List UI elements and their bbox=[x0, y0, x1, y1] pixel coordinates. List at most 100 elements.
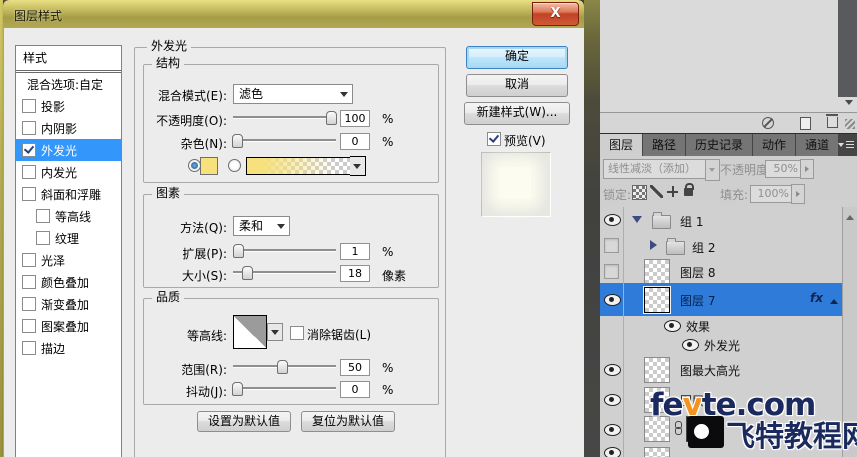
tab-channels[interactable]: 通道 bbox=[796, 134, 838, 157]
set-default-button[interactable]: 设置为默认值 bbox=[197, 411, 291, 432]
layer-thumbnail[interactable] bbox=[644, 357, 670, 383]
visibility-eye-icon[interactable] bbox=[604, 394, 621, 406]
lock-position-icon[interactable] bbox=[666, 185, 679, 198]
noise-slider[interactable] bbox=[233, 133, 336, 146]
visibility-well[interactable] bbox=[604, 238, 619, 253]
collapse-effects-icon[interactable] bbox=[830, 295, 838, 304]
sidebar-item-color-overlay[interactable]: 颜色叠加 bbox=[16, 271, 121, 293]
layers-scrollbar[interactable] bbox=[842, 207, 857, 457]
visibility-eye-icon[interactable] bbox=[604, 364, 621, 376]
mask-link-icon[interactable] bbox=[674, 421, 682, 435]
slider-thumb[interactable] bbox=[232, 134, 243, 148]
clear-style-icon[interactable] bbox=[762, 117, 774, 129]
visibility-eye-icon[interactable] bbox=[604, 294, 621, 306]
visibility-eye-icon[interactable] bbox=[682, 339, 699, 351]
technique-select[interactable]: 柔和 bbox=[233, 216, 290, 236]
chevron-down-icon[interactable] bbox=[705, 159, 720, 181]
gradient-picker-arrow[interactable] bbox=[350, 156, 366, 176]
delete-icon[interactable] bbox=[827, 117, 838, 128]
jitter-input[interactable] bbox=[340, 381, 370, 398]
blend-mode-select[interactable]: 滤色 bbox=[233, 84, 353, 104]
layer-row-group-2[interactable]: 组 2 bbox=[600, 233, 843, 260]
layer-row-effects[interactable]: 效果 bbox=[600, 316, 843, 336]
reset-default-button[interactable]: 复位为默认值 bbox=[301, 411, 395, 432]
ok-button[interactable]: 确定 bbox=[466, 46, 568, 69]
layer-row-with-mask[interactable] bbox=[600, 414, 843, 445]
jitter-slider[interactable] bbox=[233, 381, 336, 394]
checkbox[interactable] bbox=[36, 231, 50, 245]
checkbox[interactable] bbox=[36, 209, 50, 223]
new-style-button[interactable]: 新建样式(W)... bbox=[464, 102, 570, 125]
lock-all-icon[interactable] bbox=[684, 188, 693, 196]
layer-thumbnail[interactable] bbox=[644, 416, 670, 442]
glow-color-swatch[interactable] bbox=[200, 157, 218, 175]
cancel-button[interactable]: 取消 bbox=[466, 74, 568, 97]
visibility-eye-icon[interactable] bbox=[604, 424, 621, 436]
checkbox-checked[interactable] bbox=[22, 143, 36, 157]
checkbox[interactable] bbox=[22, 319, 36, 333]
visibility-eye-icon[interactable] bbox=[664, 320, 681, 332]
layer-thumbnail[interactable] bbox=[644, 259, 670, 285]
opacity-input[interactable] bbox=[340, 110, 370, 127]
size-input[interactable] bbox=[340, 265, 370, 282]
styles-list-header[interactable]: 样式 bbox=[16, 46, 121, 73]
noise-input[interactable] bbox=[340, 133, 370, 150]
visibility-well[interactable] bbox=[604, 264, 619, 279]
fx-badge[interactable]: fx bbox=[810, 291, 823, 305]
gradient-radio[interactable] bbox=[228, 159, 241, 172]
layer-thumbnail[interactable] bbox=[644, 287, 670, 313]
checkbox[interactable] bbox=[22, 341, 36, 355]
sidebar-item-contour[interactable]: 等高线 bbox=[16, 205, 121, 227]
visibility-eye-icon[interactable] bbox=[604, 214, 621, 226]
slider-thumb[interactable] bbox=[242, 266, 253, 280]
spread-input[interactable] bbox=[340, 243, 370, 260]
checkbox[interactable] bbox=[22, 253, 36, 267]
layer-mask-thumbnail[interactable] bbox=[686, 416, 712, 442]
tab-actions[interactable]: 动作 bbox=[753, 134, 795, 157]
sidebar-item-blending-options[interactable]: 混合选项:自定 bbox=[16, 73, 121, 95]
sidebar-item-texture[interactable]: 纹理 bbox=[16, 227, 121, 249]
glow-gradient-bar[interactable] bbox=[246, 157, 351, 175]
sidebar-item-outer-glow[interactable]: 外发光 bbox=[16, 139, 121, 161]
sidebar-item-inner-glow[interactable]: 内发光 bbox=[16, 161, 121, 183]
antialias-checkbox[interactable] bbox=[290, 326, 304, 340]
checkbox[interactable] bbox=[22, 99, 36, 113]
layer-row-group-1[interactable]: 组 1 bbox=[600, 207, 843, 234]
sidebar-item-stroke[interactable]: 描边 bbox=[16, 337, 121, 359]
layer-row-obscured[interactable]: 图层 bbox=[600, 385, 843, 415]
tab-history[interactable]: 历史记录 bbox=[686, 134, 752, 157]
spread-slider[interactable] bbox=[233, 243, 336, 256]
layer-row-layer-7-selected[interactable]: 图层 7 fx bbox=[600, 283, 843, 317]
sidebar-item-gradient-overlay[interactable]: 渐变叠加 bbox=[16, 293, 121, 315]
slider-thumb[interactable] bbox=[233, 244, 244, 258]
visibility-eye-icon[interactable] bbox=[604, 447, 621, 457]
slider-thumb[interactable] bbox=[277, 360, 288, 374]
layer-row-highlight[interactable]: 图最大高光 bbox=[600, 354, 843, 386]
expander-down-icon[interactable] bbox=[632, 216, 642, 228]
contour-picker-arrow[interactable] bbox=[267, 323, 283, 341]
layer-row-layer-8[interactable]: 图层 8 bbox=[600, 259, 843, 284]
preview-checkbox[interactable] bbox=[487, 132, 501, 146]
tab-paths[interactable]: 路径 bbox=[643, 134, 685, 157]
layer-opacity-value[interactable]: 50% bbox=[765, 160, 803, 178]
layer-thumbnail[interactable] bbox=[644, 447, 670, 457]
expander-right-icon[interactable] bbox=[650, 240, 662, 250]
size-slider[interactable] bbox=[233, 265, 336, 278]
checkbox[interactable] bbox=[22, 165, 36, 179]
lock-paint-icon[interactable] bbox=[650, 185, 663, 198]
layer-row-partial[interactable] bbox=[600, 444, 843, 457]
fill-value[interactable]: 100% bbox=[750, 185, 794, 203]
sidebar-item-satin[interactable]: 光泽 bbox=[16, 249, 121, 271]
layer-row-outer-glow-effect[interactable]: 外发光 bbox=[600, 335, 843, 355]
checkbox[interactable] bbox=[22, 297, 36, 311]
new-item-icon[interactable] bbox=[800, 117, 811, 130]
contour-picker[interactable] bbox=[233, 315, 267, 349]
range-slider[interactable] bbox=[233, 359, 336, 372]
opacity-scrubber-icon[interactable] bbox=[800, 159, 814, 179]
tab-layers[interactable]: 图层 bbox=[600, 134, 642, 157]
lock-transparency-icon[interactable] bbox=[632, 185, 647, 200]
slider-thumb[interactable] bbox=[232, 382, 243, 396]
fill-scrubber-icon[interactable] bbox=[791, 184, 805, 204]
checkbox[interactable] bbox=[22, 121, 36, 135]
checkbox[interactable] bbox=[22, 187, 36, 201]
